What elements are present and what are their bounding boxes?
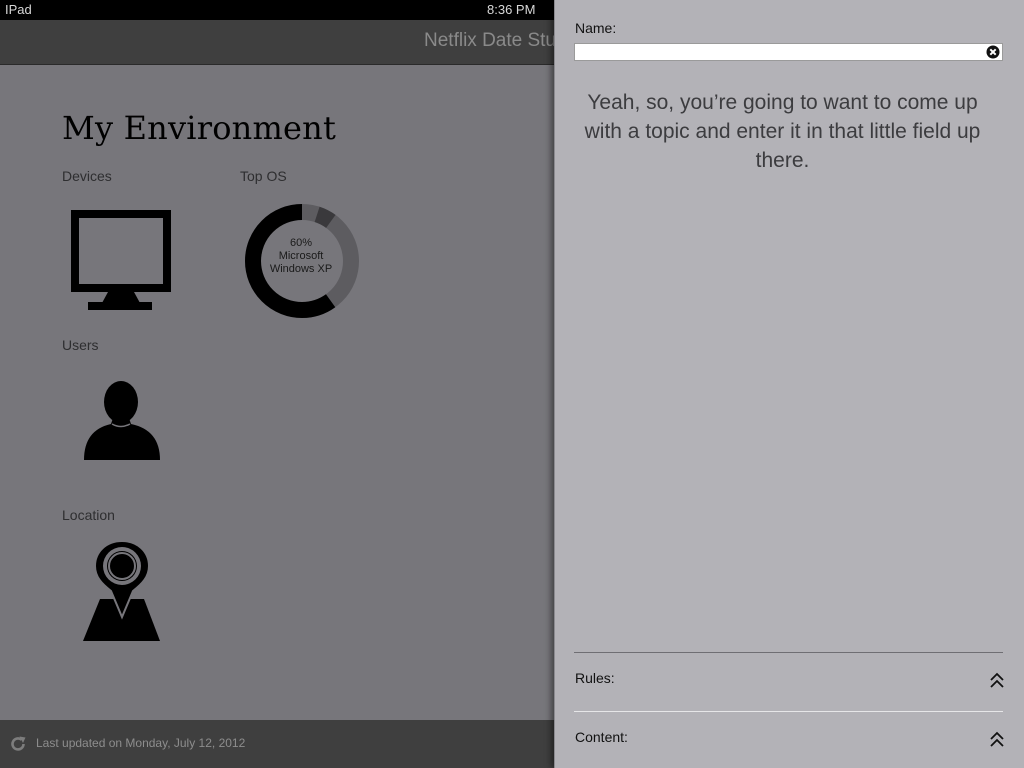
page-title: My Environment [62,109,337,147]
os-name-line1: Microsoft [278,250,324,262]
user-icon[interactable] [82,380,162,467]
name-field-label: Name: [575,20,617,36]
users-label: Users [62,337,99,353]
os-name-line2: Windows XP [269,263,333,275]
os-donut-label: 60% Microsoft Windows XP [243,237,359,276]
topic-side-panel: Name: Yeah, so, you’re going to want to … [554,0,1024,768]
name-input[interactable] [577,44,977,60]
divider [574,652,1003,653]
app-title: Netflix Date Stu [424,30,556,51]
double-chevron-up-icon[interactable] [989,730,1005,750]
double-chevron-up-icon[interactable] [989,671,1005,691]
monitor-icon[interactable] [70,209,172,316]
last-updated-text: Last updated on Monday, July 12, 2012 [36,736,246,750]
content-section-header[interactable]: Content: [574,729,1005,768]
os-percent: 60% [289,237,313,249]
name-field-container [574,43,1003,61]
device-name: IPad [5,2,32,17]
rules-label: Rules: [575,670,615,686]
content-label: Content: [575,729,628,745]
map-pin-icon[interactable] [82,539,162,648]
status-time: 8:36 PM [487,2,536,17]
devices-label: Devices [62,168,112,184]
empty-topic-hint: Yeah, so, you’re going to want to come u… [584,91,981,172]
clear-circle-icon[interactable] [986,45,1000,59]
location-label: Location [62,507,115,523]
divider [574,711,1003,712]
top-os-label: Top OS [240,168,287,184]
refresh-icon[interactable] [9,735,27,753]
screen: IPad 8:36 PM Netflix Date Stu My Environ… [0,0,1024,768]
rules-section-header[interactable]: Rules: [574,670,1005,710]
